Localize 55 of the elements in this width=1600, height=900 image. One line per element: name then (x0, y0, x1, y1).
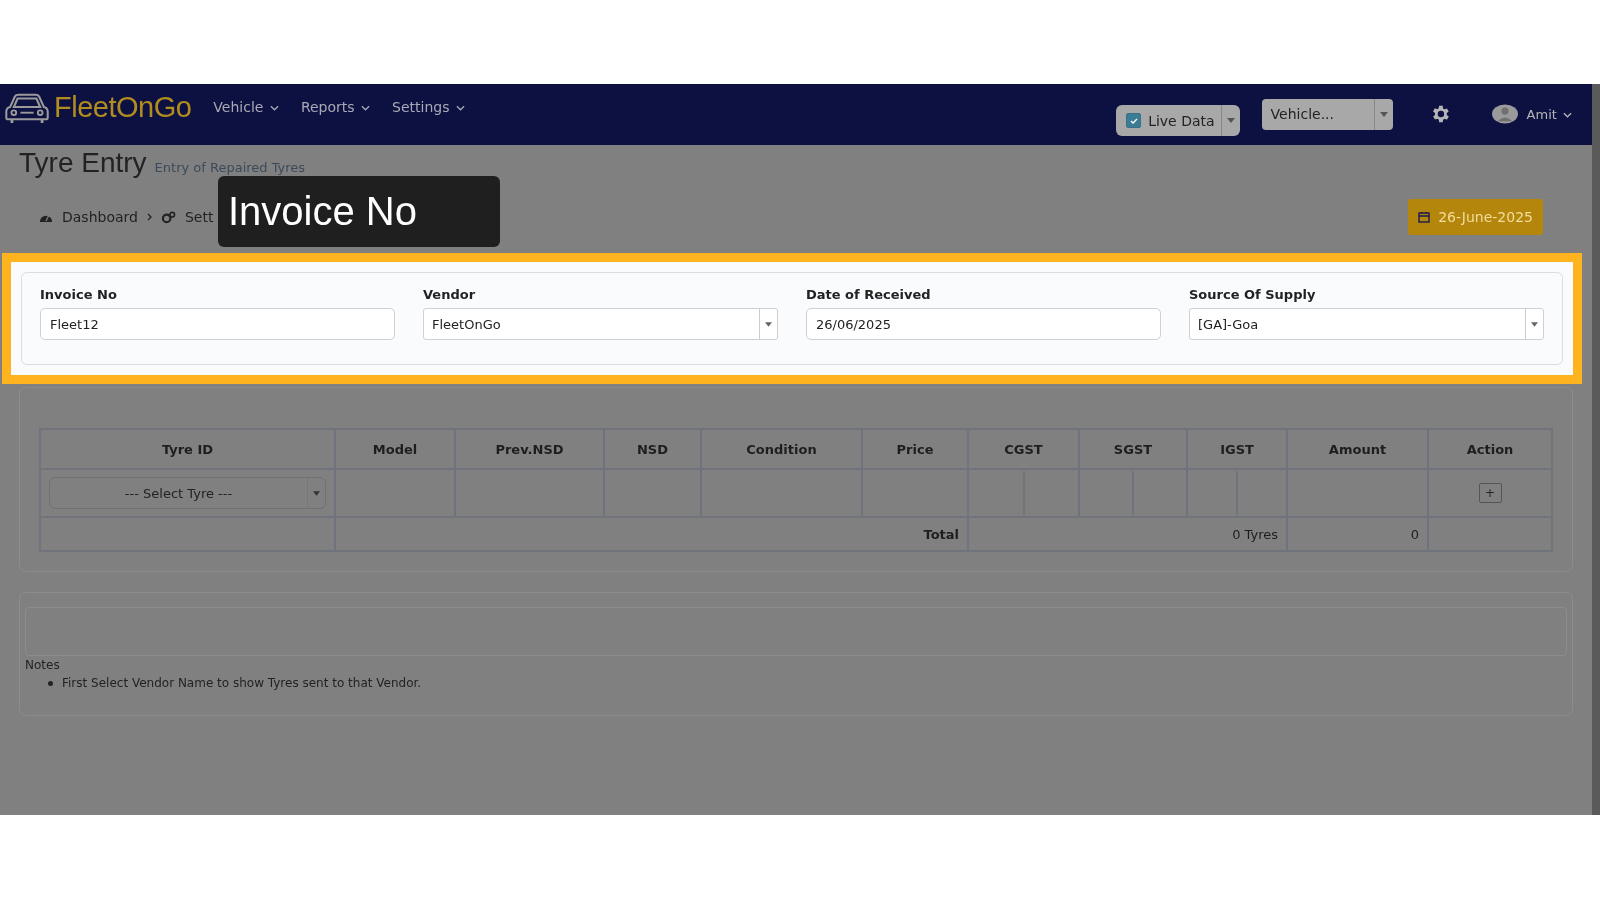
column-header: Amount (1287, 429, 1428, 469)
tyre-count: 0 Tyres (1232, 526, 1278, 542)
breadcrumb-link[interactable]: Sett (184, 209, 214, 225)
field-label: Date of Received (806, 287, 932, 302)
column-header: NSD (604, 429, 701, 469)
chevron-down-icon (361, 105, 371, 111)
vehicle-select[interactable]: Vehicle... (1261, 98, 1393, 130)
column-header: IGST (1187, 429, 1287, 469)
chevron-down-icon (455, 105, 465, 111)
field-label: Invoice No (40, 287, 118, 302)
caret-icon[interactable] (1226, 118, 1235, 123)
select-field[interactable]: FleetOnGo (423, 308, 778, 340)
field-label: Source Of Supply (1189, 287, 1317, 302)
add-button[interactable]: + (1478, 483, 1502, 503)
tooltip: Invoice No (218, 176, 500, 247)
tyre-select[interactable]: --- Select Tyre --- (49, 477, 326, 509)
bullet-dot (48, 680, 53, 686)
notes-heading: Notes (25, 658, 60, 672)
live-data-label: Live Data (1148, 112, 1215, 129)
car-icon (4, 92, 50, 124)
brand-logo[interactable]: FleetOnGo (54, 90, 192, 124)
checkbox[interactable] (1126, 113, 1142, 128)
field-label: Vendor (423, 287, 477, 302)
column-header: Condition (701, 429, 862, 469)
column-header: SGST (1079, 429, 1187, 469)
caret-icon[interactable] (1531, 321, 1538, 327)
input-field[interactable]: Fleet12 (40, 308, 395, 340)
note-item: First Select Vendor Name to show Tyres sent to that Vendor. (62, 675, 422, 691)
caret-icon[interactable] (313, 490, 320, 496)
total-label: Total (923, 526, 959, 542)
column-header: Model (335, 429, 455, 469)
user-menu[interactable]: Amit (1526, 106, 1572, 122)
live-data-button[interactable]: Live Data (1116, 105, 1240, 136)
scrollbar[interactable] (1592, 84, 1600, 815)
column-header: Tyre ID (40, 429, 335, 469)
nav-menu-item[interactable]: Reports (300, 99, 371, 115)
caret-icon[interactable] (765, 321, 772, 327)
select-field[interactable]: [GA]-Goa (1189, 308, 1544, 340)
gears-icon (160, 210, 176, 224)
page-title: Tyre Entry (19, 147, 147, 179)
calendar-icon (1418, 211, 1431, 223)
column-header: Price (862, 429, 968, 469)
column-header: CGST (968, 429, 1079, 469)
nav-menu-item[interactable]: Settings (392, 99, 465, 115)
nav-menu-item[interactable]: Vehicle (213, 99, 279, 115)
input-field[interactable]: 26/06/2025 (806, 308, 1161, 340)
page-subtitle: Entry of Repaired Tyres (154, 160, 306, 175)
column-header: Prev.NSD (455, 429, 604, 469)
chevron-down-icon (269, 105, 279, 111)
column-header: Action (1428, 429, 1552, 469)
caret-icon[interactable] (1379, 111, 1388, 117)
breadcrumb-link[interactable]: Dashboard (62, 209, 138, 225)
chevron-down-icon (1563, 112, 1572, 118)
chevron-right-icon (146, 213, 152, 221)
total-amount: 0 (1410, 526, 1419, 542)
